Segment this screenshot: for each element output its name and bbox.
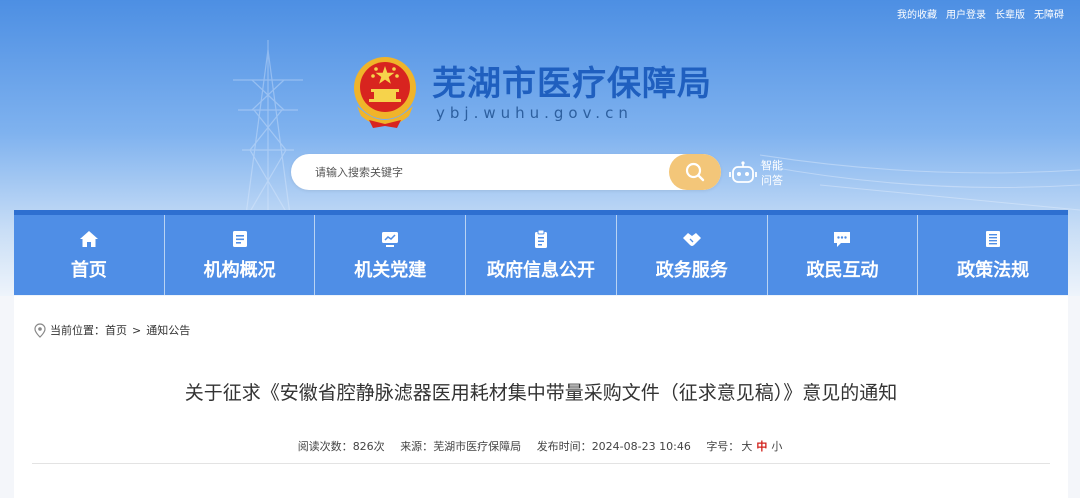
nav-gov-services[interactable]: 政务服务: [616, 215, 768, 295]
nav-label: 政府信息公开: [487, 259, 596, 281]
article-meta: 阅读次数：826次 来源：芜湖市医疗保障局 发布时间：2024-08-23 10…: [14, 438, 1068, 454]
nav-organization[interactable]: 机构概况: [164, 215, 316, 295]
search-icon: [685, 162, 705, 182]
views-count: 826次: [352, 440, 385, 453]
date-value: 2024-08-23 10:46: [591, 440, 691, 453]
font-size-medium[interactable]: 中: [756, 440, 767, 453]
breadcrumb-prefix: 当前位置：: [50, 324, 105, 337]
book-icon: [986, 230, 1001, 247]
breadcrumb-separator: >: [132, 323, 142, 337]
monitor-icon: [382, 231, 399, 247]
smart-qa-button[interactable]: 智能问答: [729, 156, 799, 190]
location-pin-icon: [34, 322, 46, 338]
document-icon: [232, 230, 247, 247]
header-banner: 我的收藏 用户登录 长辈版 无障碍 芜湖市医疗保障局 ybj.wuhu.gov.…: [0, 0, 1080, 296]
views-label: 阅读次数：: [297, 440, 353, 453]
views-meta: 阅读次数：826次: [298, 440, 385, 453]
font-size-small[interactable]: 小: [771, 440, 782, 453]
smart-qa-label: 智能问答: [761, 159, 783, 187]
font-size-control: 字号：大中小: [706, 440, 784, 453]
clipboard-icon: [535, 229, 548, 248]
date-label: 发布时间：: [536, 440, 592, 453]
font-size-large[interactable]: 大: [741, 440, 752, 453]
nav-gov-info[interactable]: 政府信息公开: [466, 215, 617, 295]
breadcrumb-home[interactable]: 首页: [105, 322, 127, 338]
tower-decoration: [233, 40, 303, 215]
nav-party-building[interactable]: 机关党建: [315, 215, 467, 295]
search-input[interactable]: [315, 162, 645, 182]
nav-label: 机关党建: [354, 259, 427, 281]
nav-policies[interactable]: 政策法规: [918, 215, 1069, 295]
nav-label: 机构概况: [203, 259, 276, 281]
article-title: 关于征求《安徽省腔静脉滤器医用耗材集中带量采购文件（征求意见稿）》意见的通知: [184, 382, 898, 404]
article-panel: 当前位置： 首页 > 通知公告 关于征求《安徽省腔静脉滤器医用耗材集中带量采购文…: [14, 296, 1068, 498]
source-label: 来源：: [400, 440, 434, 453]
national-emblem-logo: [354, 57, 416, 128]
home-icon: [79, 230, 98, 247]
main-nav: 首页 机构概况 机关党建 政府信息公开 政务服务 政民互动 政策法规: [14, 210, 1069, 295]
login-link[interactable]: 用户登录: [946, 6, 986, 21]
search-button[interactable]: [669, 154, 721, 190]
breadcrumb: 当前位置： 首页 > 通知公告: [34, 322, 190, 338]
search-bar: [291, 154, 721, 190]
meta-divider: [32, 463, 1050, 464]
font-size-label: 字号：: [706, 440, 740, 453]
nav-home[interactable]: 首页: [14, 215, 165, 295]
handshake-icon: [682, 232, 701, 246]
elder-mode-link[interactable]: 长辈版: [995, 6, 1025, 21]
chat-icon: [834, 231, 851, 247]
robot-icon: [729, 161, 757, 183]
site-title: 芜湖市医疗保障局: [432, 64, 712, 104]
nav-label: 政务服务: [655, 259, 728, 281]
favorites-link[interactable]: 我的收藏: [897, 6, 937, 21]
top-links: 我的收藏 用户登录 长辈版 无障碍: [897, 6, 1064, 21]
nav-interaction[interactable]: 政民互动: [767, 215, 919, 295]
breadcrumb-notices[interactable]: 通知公告: [146, 322, 190, 338]
nav-label: 政策法规: [957, 259, 1030, 281]
source-value: 芜湖市医疗保障局: [433, 440, 522, 453]
nav-label: 首页: [70, 259, 107, 281]
date-meta: 发布时间：2024-08-23 10:46: [537, 440, 691, 453]
site-domain: ybj.wuhu.gov.cn: [436, 104, 633, 122]
accessibility-link[interactable]: 无障碍: [1034, 6, 1064, 21]
source-meta: 来源：芜湖市医疗保障局: [400, 440, 521, 453]
nav-label: 政民互动: [806, 259, 879, 281]
